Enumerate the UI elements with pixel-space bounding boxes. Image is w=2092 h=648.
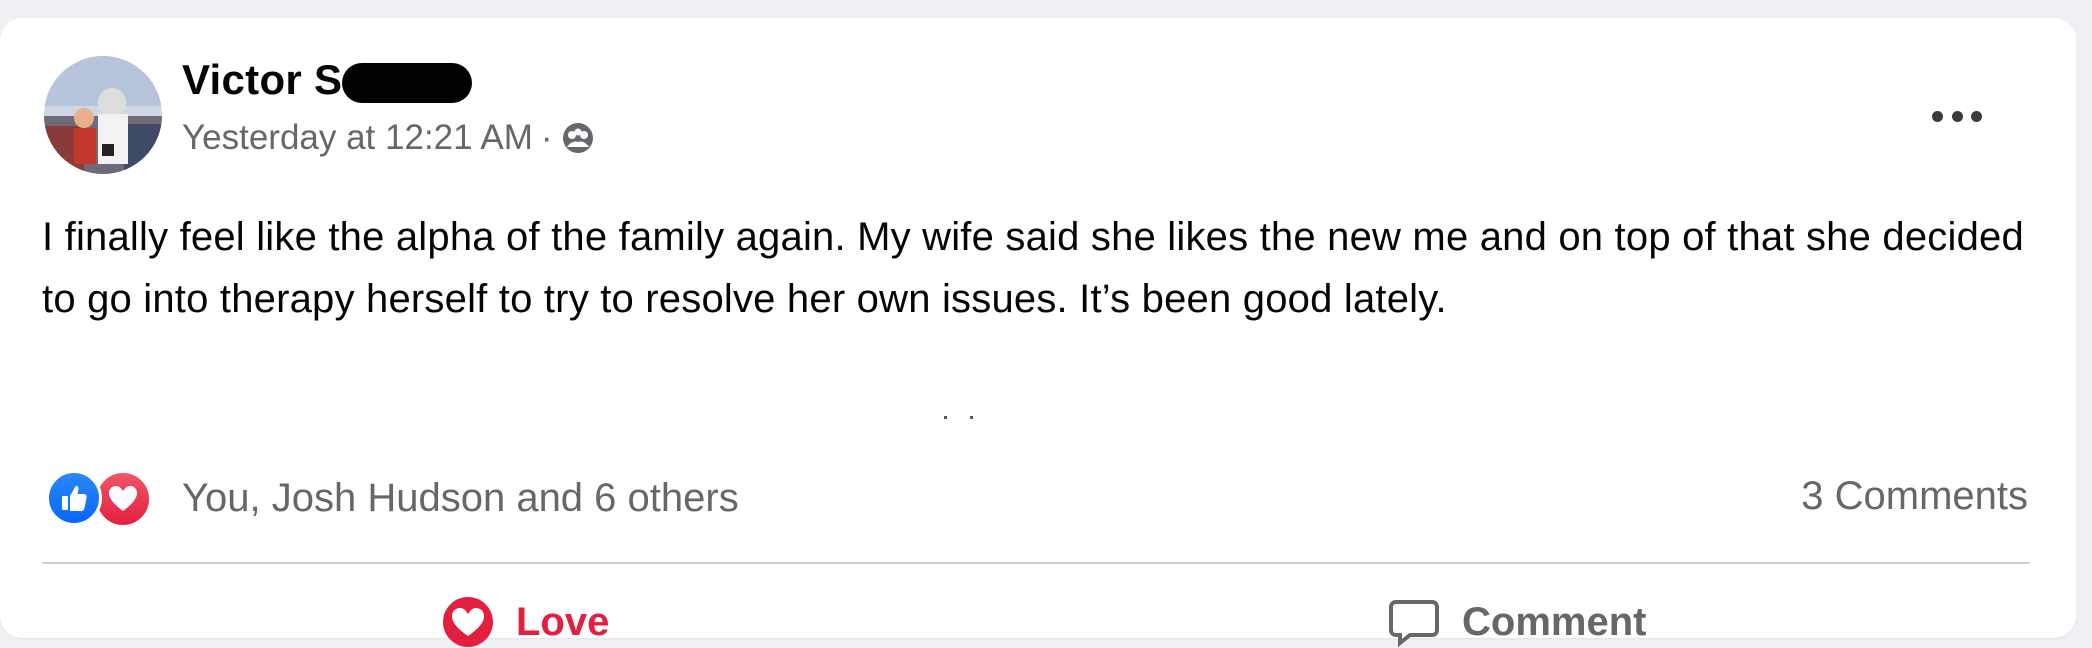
more-dot-icon xyxy=(1932,110,1943,122)
comments-count-link[interactable]: 3 Comments xyxy=(1801,474,2028,519)
comment-button[interactable]: Comment xyxy=(1388,596,1646,648)
post-card: Victor S Yesterday at 12:21 AM · I final… xyxy=(0,18,2076,648)
comment-button-label: Comment xyxy=(1462,599,1647,644)
love-button[interactable]: Love xyxy=(442,596,609,648)
love-reaction-icon xyxy=(94,470,152,528)
author-avatar[interactable] xyxy=(44,56,162,174)
reactions-summary-text[interactable]: You, Josh Hudson and 6 others xyxy=(182,476,739,521)
avatar-photo xyxy=(44,56,162,174)
like-reaction-icon xyxy=(46,470,102,526)
comment-icon xyxy=(1389,600,1439,648)
more-dot-icon xyxy=(1971,110,1982,122)
love-icon xyxy=(443,597,493,647)
actions-divider xyxy=(42,562,2030,564)
reaction-icons xyxy=(46,468,160,528)
friends-icon[interactable] xyxy=(561,121,595,155)
author-name[interactable]: Victor S xyxy=(182,56,342,104)
meta-separator: · xyxy=(540,118,553,157)
more-options-button[interactable] xyxy=(1932,104,1982,128)
post-meta: Yesterday at 12:21 AM · xyxy=(182,118,595,158)
love-button-label: Love xyxy=(516,599,610,644)
more-dot-icon xyxy=(1951,110,1963,122)
post-timestamp[interactable]: Yesterday at 12:21 AM xyxy=(182,118,533,158)
post-body-text: I finally feel like the alpha of the fam… xyxy=(42,215,2024,321)
reactions-summary[interactable]: You, Josh Hudson and 6 others xyxy=(46,468,739,528)
name-redaction xyxy=(342,63,472,103)
image-artifact xyxy=(944,416,973,419)
